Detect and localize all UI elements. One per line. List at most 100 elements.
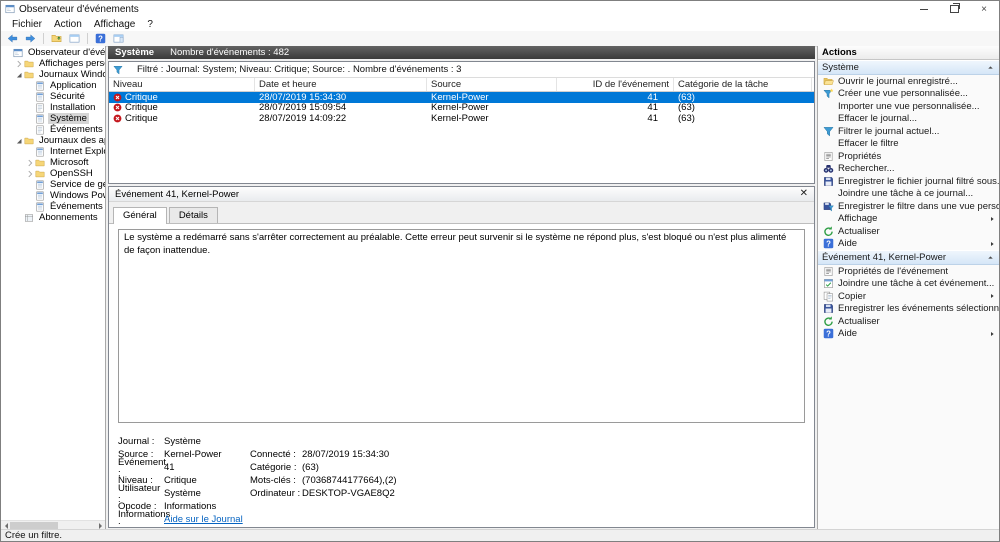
action-enregistrer-le-filtre-dans-une-vue-perso[interactable]: Enregistrer le filtre dans une vue perso… — [818, 200, 999, 213]
tree-collapsed-icon[interactable] — [25, 158, 35, 168]
close-icon[interactable]: ✕ — [800, 189, 808, 199]
field-label: Ordinateur : — [250, 488, 302, 499]
action-label: Actualiser — [838, 316, 880, 327]
action-copier[interactable]: Copier — [818, 290, 999, 303]
field-label: Informations : — [118, 509, 164, 528]
field-label: Connecté : — [250, 449, 302, 460]
status-text: Crée un filtre. — [5, 530, 62, 541]
sidebar-item-label: Windows PowerShell — [48, 190, 105, 201]
sidebar-item-systeme[interactable]: Système — [1, 113, 105, 124]
sidebar-item-application[interactable]: Application — [1, 80, 105, 91]
action-joindre-une-tache-a-cet-evenement[interactable]: Joindre une tâche à cet événement... — [818, 278, 999, 291]
action-label: Joindre une tâche à ce journal... — [838, 188, 973, 199]
action-actualiser[interactable]: Actualiser — [818, 315, 999, 328]
action-label: Affichage — [838, 213, 877, 224]
sidebar-item-microsoft[interactable]: Microsoft — [1, 157, 105, 168]
field-value: (70368744177664),(2) — [302, 475, 805, 486]
action-label: Créer une vue personnalisée... — [838, 88, 968, 99]
sidebar-item-internet-explorer[interactable]: Internet Explorer — [1, 146, 105, 157]
log-icon — [35, 202, 45, 212]
sidebar-item-windows-powershell[interactable]: Windows PowerShell — [1, 190, 105, 201]
sidebar-item-openssh[interactable]: OpenSSH — [1, 168, 105, 179]
action-effacer-le-journal[interactable]: Effacer le journal... — [818, 113, 999, 126]
action-filtrer-le-journal-actuel[interactable]: Filtrer le journal actuel... — [818, 125, 999, 138]
scrollbar-thumb[interactable] — [10, 522, 58, 529]
log-icon — [35, 147, 45, 157]
menu-fichier[interactable]: Fichier — [6, 19, 48, 30]
sidebar-item-securite[interactable]: Sécurité — [1, 91, 105, 102]
tab-general[interactable]: Général — [113, 207, 167, 224]
action-proprietes-de-l-evenement[interactable]: Propriétés de l'événement — [818, 265, 999, 278]
column-header-source[interactable]: Source — [427, 78, 557, 91]
event-level-cell: Critique — [109, 102, 255, 113]
table-header-row: NiveauDate et heureSourceID de l'événeme… — [109, 78, 814, 92]
event-row[interactable]: Critique28/07/2019 15:09:54Kernel-Power4… — [109, 103, 814, 114]
event-date-cell: 28/07/2019 14:09:22 — [255, 113, 427, 124]
action-proprietes[interactable]: Propriétés — [818, 150, 999, 163]
blank-icon — [823, 188, 834, 199]
event-row[interactable]: Critique28/07/2019 15:34:30Kernel-Power4… — [109, 92, 814, 103]
sidebar-item-evenements-transferes[interactable]: Événements transférés — [1, 124, 105, 135]
action-joindre-une-tache-a-ce-journal[interactable]: Joindre une tâche à ce journal... — [818, 188, 999, 201]
menu-affichage[interactable]: Affichage — [88, 19, 142, 30]
column-header-categorie-de-la-tache[interactable]: Catégorie de la tâche — [674, 78, 812, 91]
detail-header: Événement 41, Kernel-Power ✕ — [109, 187, 814, 202]
tab-details[interactable]: Détails — [169, 207, 218, 223]
action-enregistrer-les-evenements-selectionnes[interactable]: Enregistrer les événements sélectionnés.… — [818, 303, 999, 316]
close-button[interactable]: × — [969, 1, 999, 17]
restore-button[interactable] — [939, 1, 969, 17]
actions-pane: Actions SystèmeOuvrir le journal enregis… — [817, 46, 999, 530]
action-affichage[interactable]: Affichage — [818, 213, 999, 226]
action-pane-button[interactable] — [111, 32, 126, 45]
tree-collapsed-icon[interactable] — [25, 169, 35, 179]
sidebar-item-label: Observateur d'événements (Loc — [26, 47, 105, 58]
event-list: Filtré : Journal: System; Niveau: Critiq… — [108, 61, 815, 184]
tree-expanded-icon[interactable] — [14, 70, 24, 80]
sidebar-item-installation[interactable]: Installation — [1, 102, 105, 113]
action-effacer-le-filtre[interactable]: Effacer le filtre — [818, 138, 999, 151]
sidebar-item-affichages-personnalises[interactable]: Affichages personnalisés — [1, 58, 105, 69]
event-row[interactable]: Critique28/07/2019 14:09:22Kernel-Power4… — [109, 113, 814, 124]
sidebar-item-journaux-des-applications-et[interactable]: Journaux des applications et — [1, 135, 105, 146]
action-pane-icon — [113, 33, 124, 44]
properties-icon — [823, 266, 834, 277]
action-aide[interactable]: ?Aide — [818, 328, 999, 341]
action-rechercher[interactable]: Rechercher... — [818, 163, 999, 176]
action-importer-une-vue-personnalisee[interactable]: Importer une vue personnalisée... — [818, 100, 999, 113]
menu-action[interactable]: Action — [48, 19, 88, 30]
help-button[interactable]: ? — [93, 32, 108, 45]
sidebar-item-label: Sécurité — [48, 91, 87, 102]
back-icon — [7, 33, 18, 44]
action-enregistrer-le-fichier-journal-filtre-so[interactable]: Enregistrer le fichier journal filtré so… — [818, 175, 999, 188]
help-link[interactable]: Aide sur le Journal — [164, 514, 243, 525]
minimize-button[interactable] — [909, 1, 939, 17]
actions-section-systeme[interactable]: Système — [818, 60, 999, 75]
tree-collapsed-icon[interactable] — [14, 59, 24, 69]
sidebar-item-evenements-materiels[interactable]: Événements matériels — [1, 201, 105, 212]
sidebar-item-observateur-d-evenements-loc[interactable]: Observateur d'événements (Loc — [1, 47, 105, 58]
sidebar-item-label: Abonnements — [37, 212, 100, 223]
sidebar-item-abonnements[interactable]: Abonnements — [1, 212, 105, 223]
column-header-date-et-heure[interactable]: Date et heure — [255, 78, 427, 91]
action-creer-une-vue-personnalisee[interactable]: Créer une vue personnalisée... — [818, 88, 999, 101]
log-event-count: Nombre d'événements : 482 — [170, 47, 289, 58]
column-header-niveau[interactable]: Niveau — [109, 78, 255, 91]
actions-section-evenement-41-kernel-power[interactable]: Événement 41, Kernel-Power — [818, 250, 999, 265]
sidebar-item-service-de-gestion-de-cles[interactable]: Service de gestion de clés — [1, 179, 105, 190]
sidebar-item-label: Internet Explorer — [48, 146, 105, 157]
back-button[interactable] — [5, 32, 20, 45]
action-actualiser[interactable]: Actualiser — [818, 225, 999, 238]
forward-button[interactable] — [23, 32, 38, 45]
tree-spacer — [25, 114, 35, 124]
console-window-button[interactable] — [67, 32, 82, 45]
titlebar: Observateur d'événements × — [1, 1, 999, 17]
sidebar-item-journaux-windows[interactable]: Journaux Windows — [1, 69, 105, 80]
menu-aide[interactable]: ? — [141, 19, 159, 30]
open-saved-log-button[interactable] — [49, 32, 64, 45]
action-aide[interactable]: ?Aide — [818, 238, 999, 251]
column-header-id-de-l-evenement[interactable]: ID de l'événement — [557, 78, 674, 91]
tree-expanded-icon[interactable] — [14, 136, 24, 146]
save-icon — [823, 303, 834, 314]
toolbar-separator — [43, 33, 44, 44]
action-ouvrir-le-journal-enregistre[interactable]: Ouvrir le journal enregistré... — [818, 75, 999, 88]
